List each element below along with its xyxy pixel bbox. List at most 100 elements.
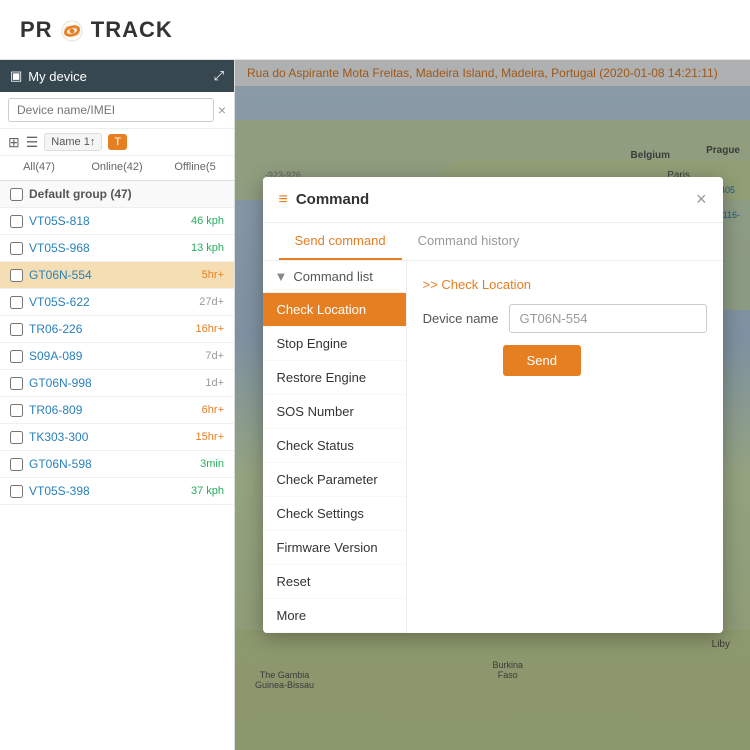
- close-icon[interactable]: ×: [696, 189, 707, 210]
- device-name: VT05S-818: [29, 214, 185, 228]
- command-item-more[interactable]: More: [263, 599, 406, 633]
- sort-button[interactable]: Name 1↑: [44, 133, 102, 151]
- device-checkbox[interactable]: [10, 485, 23, 498]
- device-status: 15hr+: [196, 431, 224, 443]
- device-status: 3min: [200, 458, 224, 470]
- dialog-tab-bar: Send command Command history: [263, 223, 723, 261]
- list-item[interactable]: GT06N-598 3min: [0, 451, 234, 478]
- list-item[interactable]: VT05S-968 13 kph: [0, 235, 234, 262]
- device-name: VT05S-398: [29, 484, 185, 498]
- command-item-reset[interactable]: Reset: [263, 565, 406, 599]
- command-dialog: ≡ Command × Send command Command history…: [263, 177, 723, 633]
- device-checkbox[interactable]: [10, 377, 23, 390]
- device-name: TK303-300: [29, 430, 190, 444]
- device-checkbox[interactable]: [10, 458, 23, 471]
- command-item-check-parameter[interactable]: Check Parameter: [263, 463, 406, 497]
- logo-text: PR TRACK: [20, 17, 173, 43]
- check-location-link[interactable]: >> Check Location: [423, 277, 707, 292]
- group-label: Default group (47): [29, 187, 132, 201]
- list-item[interactable]: VT05S-818 46 kph: [0, 208, 234, 235]
- device-name: S09A-089: [29, 349, 199, 363]
- map-area: Belgium Paris Prague JM01-405 TK116- VT0…: [235, 60, 750, 750]
- logo: PR TRACK: [20, 17, 173, 43]
- device-status: 27d+: [199, 296, 224, 308]
- tab-command-history[interactable]: Command history: [402, 223, 536, 260]
- list-item[interactable]: VT05S-622 27d+: [0, 289, 234, 316]
- expand-icon[interactable]: ⤢: [214, 68, 224, 84]
- list-item[interactable]: GT06N-998 1d+: [0, 370, 234, 397]
- send-button[interactable]: Send: [503, 345, 581, 376]
- device-checkbox[interactable]: [10, 269, 23, 282]
- device-status: 7d+: [205, 350, 224, 362]
- device-name-row: Device name: [423, 304, 707, 333]
- device-checkbox[interactable]: [10, 404, 23, 417]
- tab-send-command[interactable]: Send command: [279, 223, 402, 260]
- collapse-arrow-icon[interactable]: ▼: [275, 269, 288, 284]
- device-tabs: All(47) Online(42) Offline(5: [0, 156, 234, 181]
- logo-icon: [61, 20, 83, 42]
- filter-t-button[interactable]: T: [108, 134, 127, 150]
- device-status: 46 kph: [191, 215, 224, 227]
- list-item[interactable]: S09A-089 7d+: [0, 343, 234, 370]
- command-item-firmware-version[interactable]: Firmware Version: [263, 531, 406, 565]
- sidebar-search-bar: ×: [0, 92, 234, 129]
- command-item-restore-engine[interactable]: Restore Engine: [263, 361, 406, 395]
- device-status: 5hr+: [202, 269, 224, 281]
- command-icon: ≡: [279, 191, 288, 209]
- device-checkbox[interactable]: [10, 350, 23, 363]
- sidebar-header: ▣ My device ⤢: [0, 60, 234, 92]
- command-item-check-status[interactable]: Check Status: [263, 429, 406, 463]
- group-checkbox[interactable]: [10, 188, 23, 201]
- device-checkbox[interactable]: [10, 431, 23, 444]
- device-checkbox[interactable]: [10, 215, 23, 228]
- list-item[interactable]: TR06-226 16hr+: [0, 316, 234, 343]
- command-list-header: ▼ Command list: [263, 261, 406, 293]
- device-name-field[interactable]: [509, 304, 707, 333]
- command-item-check-settings[interactable]: Check Settings: [263, 497, 406, 531]
- command-item-sos-number[interactable]: SOS Number: [263, 395, 406, 429]
- monitor-icon: ▣: [10, 68, 22, 84]
- dialog-title-container: ≡ Command: [279, 191, 370, 209]
- sidebar-toolbar: ⊞ ☰ Name 1↑ T: [0, 129, 234, 156]
- clear-search-icon[interactable]: ×: [218, 102, 226, 118]
- command-item-check-location[interactable]: Check Location: [263, 293, 406, 327]
- device-checkbox[interactable]: [10, 242, 23, 255]
- list-item[interactable]: VT05S-398 37 kph: [0, 478, 234, 505]
- list-item[interactable]: TK303-300 15hr+: [0, 424, 234, 451]
- device-checkbox[interactable]: [10, 323, 23, 336]
- device-name: TR06-809: [29, 403, 196, 417]
- sidebar-title: ▣ My device: [10, 68, 87, 84]
- tab-all[interactable]: All(47): [0, 156, 78, 180]
- device-name: GT06N-554: [29, 268, 196, 282]
- tab-online[interactable]: Online(42): [78, 156, 156, 180]
- device-status: 16hr+: [196, 323, 224, 335]
- device-status: 13 kph: [191, 242, 224, 254]
- command-section-label: Command list: [293, 269, 372, 284]
- list-item[interactable]: TR06-809 6hr+: [0, 397, 234, 424]
- device-name: GT06N-998: [29, 376, 199, 390]
- device-list: Default group (47) VT05S-818 46 kph VT05…: [0, 181, 234, 750]
- device-status: 1d+: [205, 377, 224, 389]
- device-status: 6hr+: [202, 404, 224, 416]
- sidebar-title-text: My device: [28, 69, 87, 84]
- device-name: TR06-226: [29, 322, 190, 336]
- main-area: ▣ My device ⤢ × ⊞ ☰ Name 1↑ T All(47) On…: [0, 60, 750, 750]
- device-name: GT06N-598: [29, 457, 194, 471]
- device-checkbox[interactable]: [10, 296, 23, 309]
- dialog-body: ▼ Command list Check Location Stop Engin…: [263, 261, 723, 633]
- dialog-header: ≡ Command ×: [263, 177, 723, 223]
- tab-offline[interactable]: Offline(5: [156, 156, 234, 180]
- list-item[interactable]: GT06N-554 5hr+: [0, 262, 234, 289]
- command-list-panel: ▼ Command list Check Location Stop Engin…: [263, 261, 407, 633]
- list-icon[interactable]: ☰: [26, 134, 39, 151]
- header: PR TRACK: [0, 0, 750, 60]
- command-item-stop-engine[interactable]: Stop Engine: [263, 327, 406, 361]
- device-icon[interactable]: ⊞: [8, 134, 20, 151]
- sidebar: ▣ My device ⤢ × ⊞ ☰ Name 1↑ T All(47) On…: [0, 60, 235, 750]
- search-input[interactable]: [8, 98, 214, 122]
- device-name: VT05S-968: [29, 241, 185, 255]
- device-status: 37 kph: [191, 485, 224, 497]
- device-name-field-label: Device name: [423, 311, 499, 326]
- device-name: VT05S-622: [29, 295, 193, 309]
- command-detail-panel: >> Check Location Device name Send: [407, 261, 723, 633]
